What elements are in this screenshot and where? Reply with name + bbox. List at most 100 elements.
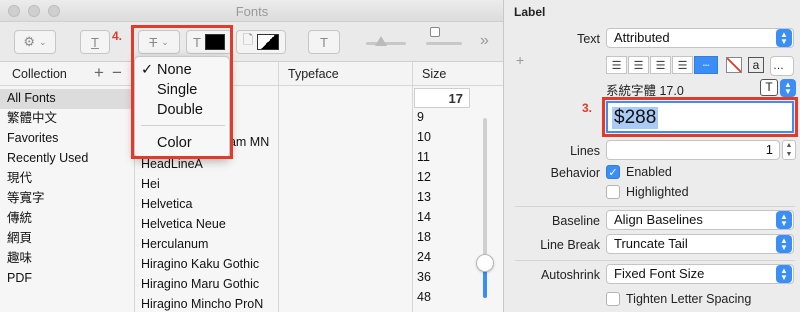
size-item[interactable]: 10: [417, 127, 431, 147]
remove-collection-button[interactable]: −: [112, 63, 122, 83]
column-divider[interactable]: [278, 62, 279, 312]
font-size-stepper-icon[interactable]: ▲ ▼: [780, 79, 796, 97]
underline-t-icon: T: [91, 34, 99, 50]
collection-item[interactable]: 等寬字: [7, 188, 88, 208]
lines-label: Lines: [570, 144, 600, 158]
tighten-spacing-checkbox[interactable]: [606, 292, 620, 306]
document-color-button[interactable]: 🗋: [236, 30, 286, 54]
collection-item[interactable]: 現代: [7, 168, 88, 188]
text-label: Text: [577, 32, 600, 46]
size-item[interactable]: 18: [417, 227, 431, 247]
align-natural-icon[interactable]: ┄: [694, 56, 718, 74]
size-input[interactable]: 17: [414, 88, 470, 108]
size-item[interactable]: 11: [417, 147, 431, 167]
action-menu-button[interactable]: ⚙ ⌄: [14, 30, 56, 54]
autoshrink-value: Fixed Font Size: [614, 266, 705, 281]
collection-item[interactable]: 繁體中文: [7, 108, 88, 128]
highlighted-checkbox[interactable]: [606, 185, 620, 199]
typeface-header: Typeface: [288, 67, 339, 81]
collection-item[interactable]: All Fonts: [7, 88, 88, 108]
underline-button[interactable]: T: [80, 30, 110, 54]
collection-item[interactable]: 趣味: [7, 248, 88, 268]
lines-stepper-icon[interactable]: ▲ ▼: [782, 140, 796, 160]
family-item[interactable]: Herculanum: [141, 234, 263, 254]
collection-item[interactable]: 網頁: [7, 228, 88, 248]
popup-stepper-icon: ▲ ▼: [776, 235, 792, 253]
collection-item[interactable]: PDF: [7, 268, 88, 288]
collection-item[interactable]: Recently Used: [7, 148, 88, 168]
line-break-popup[interactable]: Truncate Tail ▲ ▼: [606, 234, 794, 254]
column-headers: Collection + − Typeface Size: [0, 62, 503, 86]
size-list: 9 10 11 12 13 14 18 24 36 48: [417, 107, 431, 307]
size-input-value: 17: [448, 91, 463, 106]
popup-stepper-icon: ▲ ▼: [776, 211, 792, 229]
font-picker-icon[interactable]: T: [760, 79, 778, 96]
baseline-popup[interactable]: Align Baselines ▲ ▼: [606, 210, 794, 230]
callout-3: 3.: [582, 101, 593, 115]
popup-stepper-icon: ▲ ▼: [776, 265, 792, 283]
slider-knob[interactable]: [430, 27, 440, 37]
family-item[interactable]: Helvetica: [141, 194, 263, 214]
size-item[interactable]: 13: [417, 187, 431, 207]
document-icon: 🗋: [242, 32, 254, 47]
gear-icon: ⚙: [23, 34, 36, 49]
line-break-label: Line Break: [540, 238, 600, 252]
toolbar-overflow-icon[interactable]: »: [480, 32, 489, 50]
size-item[interactable]: 14: [417, 207, 431, 227]
callout-4: 4.: [112, 29, 123, 43]
baseline-label: Baseline: [552, 214, 600, 228]
text-content-value: $288: [612, 107, 659, 129]
collections-list: All Fonts 繁體中文 Favorites Recently Used 現…: [7, 88, 88, 288]
shadow-t-icon: T: [320, 34, 328, 50]
add-collection-button[interactable]: +: [94, 63, 104, 83]
tighten-spacing-label: Tighten Letter Spacing: [626, 292, 752, 306]
size-item[interactable]: 9: [417, 107, 431, 127]
baseline-value: Align Baselines: [614, 212, 703, 227]
size-item[interactable]: 48: [417, 287, 431, 307]
enabled-label: Enabled: [626, 165, 672, 179]
window-title: Fonts: [235, 4, 269, 19]
behavior-label: Behavior: [550, 166, 600, 180]
text-color-icon[interactable]: [726, 57, 742, 73]
chevron-down-icon: ⌄: [39, 36, 47, 47]
collection-item[interactable]: 傳統: [7, 208, 88, 228]
text-shadow-button[interactable]: T: [308, 30, 340, 54]
annotation-box-4: [131, 25, 233, 159]
popup-stepper-icon: ▲ ▼: [776, 29, 792, 47]
lines-input[interactable]: 1: [606, 140, 780, 160]
size-item[interactable]: 24: [417, 247, 431, 267]
family-item[interactable]: Hei: [141, 174, 263, 194]
size-item[interactable]: 36: [417, 267, 431, 287]
text-content-field[interactable]: $288: [606, 101, 794, 133]
family-item[interactable]: Hiragino Mincho ProN: [141, 294, 263, 312]
slider-knob[interactable]: [375, 36, 387, 46]
more-options-popup[interactable]: …: [770, 56, 794, 76]
family-item[interactable]: Helvetica Neue: [141, 214, 263, 234]
family-item[interactable]: Hiragino Maru Gothic: [141, 274, 263, 294]
add-variation-button[interactable]: +: [516, 52, 524, 68]
align-right-icon[interactable]: ☰: [650, 56, 671, 74]
size-slider-knob[interactable]: [476, 254, 494, 272]
section-divider: [515, 206, 795, 207]
title-bar: Fonts: [0, 0, 503, 22]
fonts-toolbar: ⚙ ⌄ T 4. T ⌄ T 🗋 T »: [0, 22, 503, 62]
shadow-blur-slider[interactable]: [426, 42, 462, 45]
collection-item[interactable]: Favorites: [7, 128, 88, 148]
text-type-popup[interactable]: Attributed ▲ ▼: [606, 28, 794, 48]
family-item[interactable]: Hiragino Kaku Gothic: [141, 254, 263, 274]
enabled-checkbox[interactable]: ✓: [606, 165, 620, 179]
fonts-window: Fonts ⚙⌄ T 4. T⌄ T 🗋 T » Collection +: [0, 0, 504, 312]
align-left-icon[interactable]: ☰: [606, 56, 627, 74]
collection-header: Collection: [12, 67, 67, 81]
lines-value: 1: [765, 142, 773, 157]
highlight-color-icon[interactable]: a: [748, 57, 764, 73]
highlighted-label: Highlighted: [626, 185, 689, 199]
size-item[interactable]: 12: [417, 167, 431, 187]
autoshrink-popup[interactable]: Fixed Font Size ▲ ▼: [606, 264, 794, 284]
align-center-icon[interactable]: ☰: [628, 56, 649, 74]
column-divider[interactable]: [412, 62, 413, 312]
autoshrink-label: Autoshrink: [540, 268, 600, 282]
align-justify-icon[interactable]: ☰: [672, 56, 693, 74]
document-color-swatch: [257, 34, 280, 50]
line-break-value: Truncate Tail: [614, 236, 688, 251]
